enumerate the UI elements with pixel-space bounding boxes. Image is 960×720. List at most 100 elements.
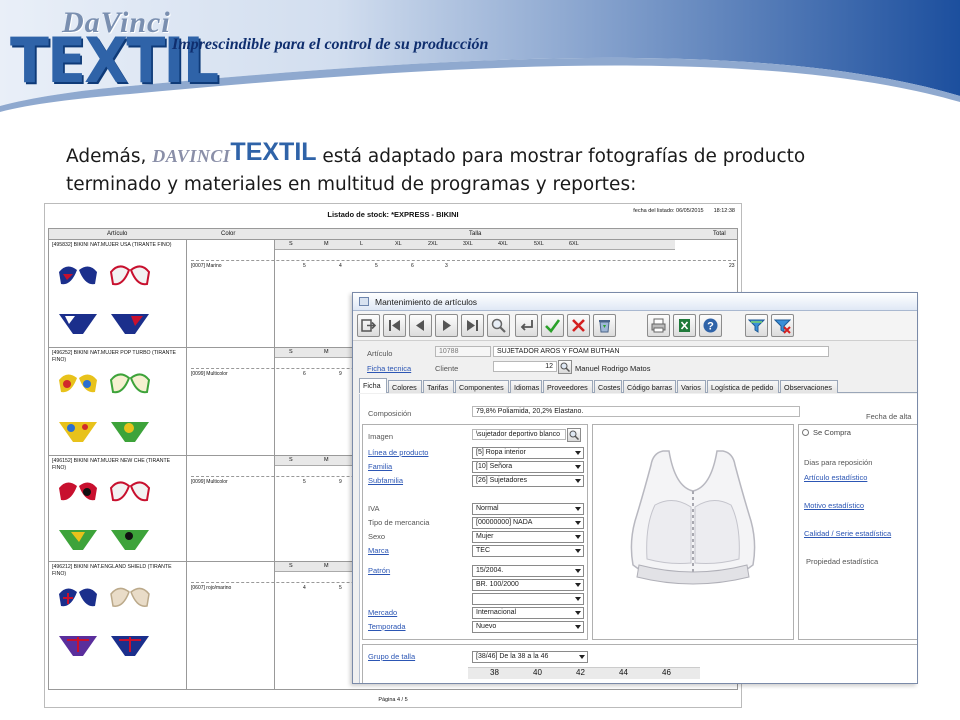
grupo-talla-select[interactable]: [38/46] De la 38 a la 46 — [472, 651, 588, 663]
intro-prefix: Además, — [66, 146, 153, 167]
line-color: [0007] Marino — [191, 263, 222, 269]
help-button[interactable]: ? — [699, 314, 722, 337]
tab-proveedores[interactable]: Proveedores — [543, 380, 593, 393]
search-icon — [491, 318, 506, 333]
intro-paragraph: Además, DAVINCITEXTIL está adaptado para… — [66, 138, 926, 199]
line-qty: 9 — [339, 371, 342, 377]
last-record-button[interactable] — [461, 314, 484, 337]
bikini-top-thumb — [110, 587, 150, 607]
tab-observaciones[interactable]: Observaciones — [780, 380, 838, 393]
cancel-button[interactable] — [567, 314, 590, 337]
mercado-link[interactable]: Mercado — [368, 608, 397, 617]
tipo-mercancia-select[interactable]: [00000000] NADA — [472, 517, 584, 529]
line-qty: 6 — [303, 371, 306, 377]
tab-componentes[interactable]: Componentes — [455, 380, 509, 393]
bikini-bottom-thumb — [111, 530, 149, 550]
tab-ficha[interactable]: Ficha — [359, 378, 387, 393]
cliente-code-field[interactable]: 12 — [493, 361, 557, 372]
line-color: [0099] Multicolor — [191, 371, 228, 377]
header-color: Color — [221, 231, 236, 237]
search-icon — [569, 430, 579, 440]
chevron-down-icon — [575, 451, 581, 455]
article-maintenance-window: Mantenimiento de artículos ? Artículo 10… — [352, 292, 918, 684]
patron-value-2: BR. 100/2000 — [476, 581, 519, 588]
previous-record-icon — [416, 320, 424, 331]
size-value: 42 — [576, 668, 585, 677]
size-label: 5XL — [534, 241, 544, 247]
tab-logistica-pedido[interactable]: Logística de pedido — [707, 380, 779, 393]
delete-button[interactable] — [593, 314, 616, 337]
articulo-name-field[interactable]: SUJETADOR AROS Y FOAM BUTHAN — [493, 346, 829, 357]
tab-colores[interactable]: Colores — [388, 380, 422, 393]
sexo-label: Sexo — [368, 532, 386, 541]
exit-button[interactable] — [357, 314, 380, 337]
cliente-search-button[interactable] — [558, 360, 572, 374]
patron-select-2[interactable]: BR. 100/2000 — [472, 579, 584, 591]
mercado-select[interactable]: Internacional — [472, 607, 584, 619]
subfamilia-select[interactable]: [26] Sujetadores — [472, 475, 584, 487]
patron-select[interactable]: 15/2004. — [472, 565, 584, 577]
print-button[interactable] — [647, 314, 670, 337]
linea-producto-link[interactable]: Línea de producto — [368, 448, 428, 457]
temporada-select[interactable]: Nuevo — [472, 621, 584, 633]
familia-value: [10] Señora — [476, 463, 513, 470]
return-icon — [520, 320, 533, 331]
tab-costes[interactable]: Costes — [594, 380, 622, 393]
ficha-tecnica-link[interactable]: Ficha tecnica — [367, 364, 411, 373]
tab-bar: Ficha Colores Tarifas Componentes Idioma… — [359, 378, 917, 393]
calidad-serie-link[interactable]: Calidad / Serie estadística — [804, 529, 891, 538]
sexo-select[interactable]: Mujer — [472, 531, 584, 543]
motivo-estadistico-link[interactable]: Motivo estadístico — [804, 501, 864, 510]
clear-filter-button[interactable] — [771, 314, 794, 337]
size-value: 44 — [619, 668, 628, 677]
bikini-top-thumb — [59, 482, 97, 501]
tab-idiomas[interactable]: Idiomas — [510, 380, 542, 393]
size-label: 4XL — [498, 241, 508, 247]
window-title: Mantenimiento de artículos — [375, 297, 478, 307]
iva-label: IVA — [368, 504, 380, 513]
bikini-bottom-thumb — [111, 636, 149, 656]
filter-button[interactable] — [745, 314, 768, 337]
tab-varios[interactable]: Varios — [677, 380, 706, 393]
linea-producto-select[interactable]: [5] Ropa interior — [472, 447, 584, 459]
search-button[interactable] — [487, 314, 510, 337]
imagen-label: Imagen — [368, 432, 394, 441]
excel-export-icon — [679, 319, 690, 332]
familia-select[interactable]: [10] Señora — [472, 461, 584, 473]
patron-link[interactable]: Patrón — [368, 566, 390, 575]
tab-codigo-barras[interactable]: Código barras — [623, 380, 676, 393]
patron-value: 15/2004. — [476, 567, 504, 574]
se-compra-option[interactable]: Se Compra — [802, 428, 851, 437]
iva-select[interactable]: Normal — [472, 503, 584, 515]
accept-button[interactable] — [541, 314, 564, 337]
marca-link[interactable]: Marca — [368, 546, 389, 555]
first-record-button[interactable] — [383, 314, 406, 337]
tab-tarifas[interactable]: Tarifas — [423, 380, 454, 393]
last-record-icon — [467, 320, 478, 331]
patron-select-3[interactable] — [472, 593, 584, 605]
product-thumbnails — [59, 587, 150, 656]
marca-select[interactable]: TEC — [472, 545, 584, 557]
next-record-button[interactable] — [435, 314, 458, 337]
line-color: [0607] rojo/marino — [191, 585, 232, 591]
imagen-path-field[interactable]: \sujetador deportivo blanco — [472, 429, 566, 440]
return-button[interactable] — [515, 314, 538, 337]
familia-link[interactable]: Familia — [368, 462, 392, 471]
recycle-bin-icon — [599, 320, 610, 333]
temporada-link[interactable]: Temporada — [368, 622, 406, 631]
composicion-field[interactable]: 79,8% Poliamida, 20,2% Elastano. — [472, 406, 800, 417]
articulo-code-field[interactable]: 10788 — [435, 346, 491, 357]
subfamilia-link[interactable]: Subfamilia — [368, 476, 403, 485]
header-articulo: Artículo — [107, 231, 128, 237]
size-label: M — [324, 241, 329, 247]
excel-export-button[interactable] — [673, 314, 696, 337]
se-compra-radio[interactable] — [802, 429, 809, 436]
grupo-talla-link[interactable]: Grupo de talla — [368, 652, 415, 661]
mercado-value: Internacional — [476, 609, 517, 616]
imagen-search-button[interactable] — [567, 428, 581, 442]
sports-bra-image — [630, 450, 756, 585]
articulo-estadistico-link[interactable]: Artículo estadístico — [804, 473, 867, 482]
header-total: Total — [713, 231, 726, 237]
previous-record-button[interactable] — [409, 314, 432, 337]
size-label: L — [360, 241, 364, 247]
